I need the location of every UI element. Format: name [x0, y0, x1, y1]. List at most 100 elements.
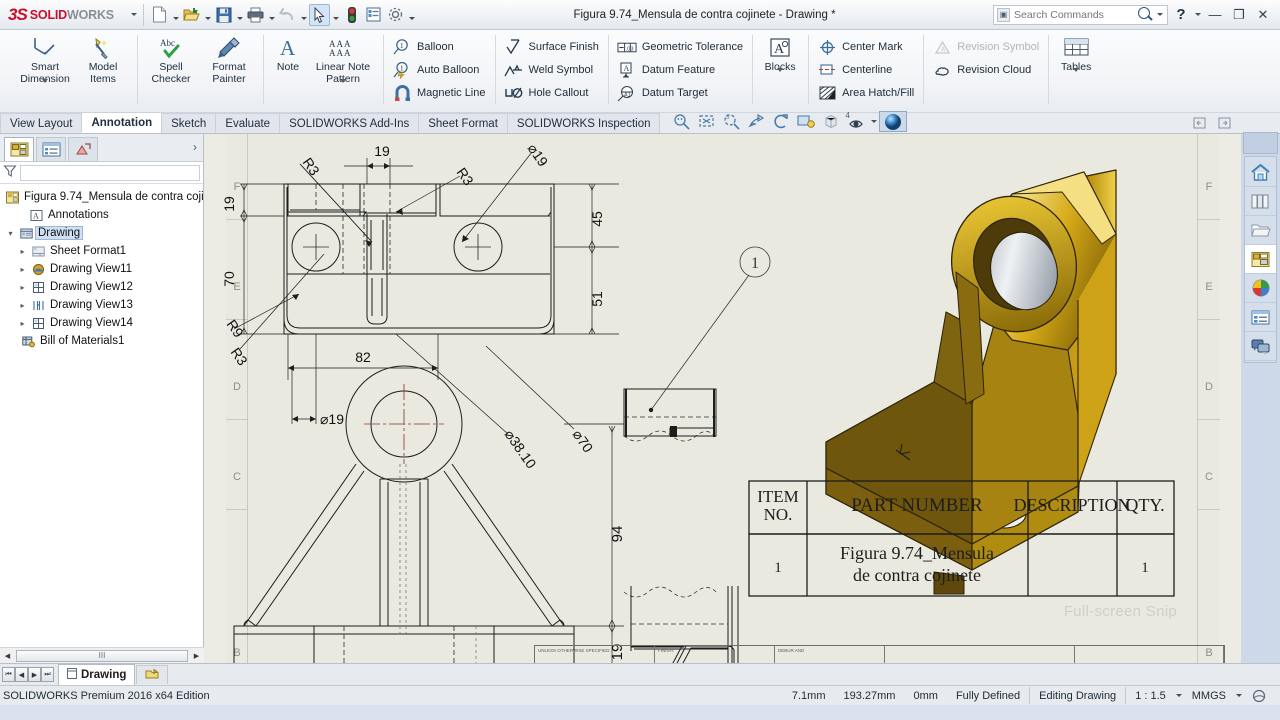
- select-tool-button[interactable]: [309, 3, 330, 26]
- tab-solidworks-inspection[interactable]: SOLIDWORKS Inspection: [506, 113, 661, 133]
- options-dropdown-icon[interactable]: [407, 4, 416, 26]
- open-document-button[interactable]: [181, 4, 202, 26]
- search-input[interactable]: [1014, 8, 1133, 21]
- file-explorer-icon[interactable]: [1245, 216, 1276, 245]
- select-tool-dropdown-icon[interactable]: [331, 4, 340, 26]
- status-overlay-icon[interactable]: [1243, 687, 1276, 704]
- revision-cloud-button[interactable]: Revision Cloud: [928, 59, 1043, 81]
- tree-item-drawing-view12[interactable]: ▸ Drawing View12: [3, 278, 203, 296]
- feature-manager-horizontal-scrollbar[interactable]: ◀ III ▶: [0, 647, 204, 663]
- configuration-manager-tab[interactable]: [68, 137, 98, 161]
- note-button[interactable]: A Note: [268, 33, 308, 74]
- units-dropdown-icon[interactable]: [1235, 688, 1243, 704]
- balloon-button[interactable]: 1 Balloon: [388, 36, 490, 58]
- linear-note-pattern-button[interactable]: AAA AAA Linear Note Pattern: [308, 33, 378, 85]
- tables-button[interactable]: Tables: [1053, 33, 1099, 74]
- help-dropdown-icon[interactable]: [1194, 7, 1202, 23]
- print-document-dropdown-icon[interactable]: [267, 4, 276, 26]
- title-block[interactable]: UNLESS OTHERWISE SPECIFIED: FINISH: DEBU…: [534, 645, 1225, 663]
- pan-icon[interactable]: [744, 112, 768, 131]
- tree-item-drawing[interactable]: ▾ Drawing: [3, 224, 203, 242]
- magnetic-line-button[interactable]: Magnetic Line: [388, 82, 490, 104]
- sheet-tab-drawing[interactable]: Drawing: [58, 664, 136, 685]
- restore-button[interactable]: ❐: [1228, 4, 1250, 26]
- sheet-nav-prev-button[interactable]: ◀: [15, 667, 28, 682]
- add-sheet-button[interactable]: [136, 665, 169, 684]
- custom-properties-icon[interactable]: [1245, 303, 1276, 332]
- tree-item-drawing-view13[interactable]: ▸ Drawing View13: [3, 296, 203, 314]
- tree-expander[interactable]: ▸: [17, 301, 28, 310]
- zoom-in-out-icon[interactable]: 5: [719, 112, 743, 131]
- design-library-icon[interactable]: [1245, 187, 1276, 216]
- view-orientation-icon[interactable]: [819, 112, 843, 131]
- tab-solidworks-add-ins[interactable]: SOLIDWORKS Add-Ins: [279, 113, 420, 133]
- tab-evaluate[interactable]: Evaluate: [215, 113, 281, 133]
- task-pane-header[interactable]: [1243, 132, 1278, 154]
- minimize-button[interactable]: —: [1204, 4, 1226, 26]
- smart-dimension-dropdown-icon[interactable]: [16, 79, 74, 83]
- sheet-nav-last-button[interactable]: ⏭: [41, 667, 54, 682]
- sheet-restore-left-icon[interactable]: [1187, 113, 1211, 132]
- blocks-button[interactable]: A Blocks: [757, 33, 803, 74]
- smart-dimension-button[interactable]: Smart Dimension: [16, 33, 74, 85]
- tree-expander[interactable]: ▸: [17, 319, 28, 328]
- rebuild-button[interactable]: [341, 4, 362, 26]
- spell-checker-button[interactable]: Abc Spell Checker: [142, 33, 200, 85]
- zoom-to-area-icon[interactable]: [694, 112, 718, 131]
- hole-callout-button[interactable]: Hole Callout: [500, 82, 603, 104]
- tab-sheet-format[interactable]: Sheet Format: [418, 113, 508, 133]
- datum-feature-button[interactable]: A Datum Feature: [613, 59, 747, 81]
- display-style-icon[interactable]: [879, 111, 908, 132]
- revision-symbol-button[interactable]: A Revision Symbol: [928, 36, 1043, 58]
- tree-item-drawing-view14[interactable]: ▸ Drawing View14: [3, 314, 203, 332]
- rotate-view-icon[interactable]: [769, 112, 793, 131]
- geometric-tolerance-button[interactable]: .03 Geometric Tolerance: [613, 36, 747, 58]
- feature-manager-filter-input[interactable]: [20, 164, 200, 181]
- undo-dropdown-icon[interactable]: [299, 4, 308, 26]
- weld-symbol-button[interactable]: Weld Symbol: [500, 59, 603, 81]
- save-document-button[interactable]: [213, 4, 234, 26]
- tree-expander[interactable]: ▾: [5, 229, 16, 238]
- previous-view-icon[interactable]: [794, 112, 818, 131]
- surface-finish-button[interactable]: Surface Finish: [500, 36, 603, 58]
- print-document-button[interactable]: [245, 4, 266, 26]
- open-document-dropdown-icon[interactable]: [203, 4, 212, 26]
- tree-expander[interactable]: ▸: [17, 247, 28, 256]
- search-icon[interactable]: [1136, 6, 1153, 24]
- tree-item-annotations[interactable]: A Annotations: [3, 206, 203, 224]
- auto-balloon-button[interactable]: 1 Auto Balloon: [388, 59, 490, 81]
- sheet-restore-right-icon[interactable]: [1212, 113, 1236, 132]
- display-style-dropdown-icon[interactable]: [869, 112, 878, 131]
- tree-expander[interactable]: ▸: [17, 265, 28, 274]
- new-document-button[interactable]: [149, 4, 170, 26]
- scroll-right-icon[interactable]: ▶: [189, 649, 204, 663]
- blocks-dropdown-icon[interactable]: [757, 68, 803, 72]
- centerline-button[interactable]: Centerline: [813, 59, 918, 81]
- property-manager-tab[interactable]: [36, 137, 66, 161]
- center-mark-button[interactable]: Center Mark: [813, 36, 918, 58]
- tab-view-layout[interactable]: View Layout: [0, 113, 83, 133]
- sheet-nav-next-button[interactable]: ▶: [28, 667, 41, 682]
- status-sheet-scale[interactable]: 1 : 1.5: [1126, 687, 1175, 704]
- datum-target-button[interactable]: A1 Datum Target: [613, 82, 747, 104]
- scroll-thumb[interactable]: III: [16, 649, 188, 662]
- solidworks-forum-icon[interactable]: [1245, 332, 1276, 361]
- area-hatch-fill-button[interactable]: Area Hatch/Fill: [813, 82, 918, 104]
- linear-note-pattern-dropdown-icon[interactable]: [308, 79, 378, 83]
- tree-expander[interactable]: ▸: [17, 283, 28, 292]
- format-painter-button[interactable]: Format Painter: [200, 33, 258, 85]
- tab-annotation[interactable]: Annotation: [81, 112, 163, 133]
- tree-item-document[interactable]: Figura 9.74_Mensula de contra cojin: [3, 188, 210, 206]
- sheet-scale-dropdown-icon[interactable]: [1175, 688, 1183, 704]
- tree-item-sheet-format1[interactable]: ▸ Sheet Format1: [3, 242, 203, 260]
- zoom-to-fit-icon[interactable]: [669, 112, 693, 131]
- new-document-dropdown-icon[interactable]: [171, 4, 180, 26]
- feature-manager-tree-tab[interactable]: [4, 137, 34, 161]
- search-commands-box[interactable]: ▣: [993, 4, 1168, 25]
- undo-button[interactable]: [277, 4, 298, 26]
- tables-dropdown-icon[interactable]: [1053, 68, 1099, 72]
- solidworks-resources-icon[interactable]: [1245, 158, 1276, 187]
- tab-sketch[interactable]: Sketch: [161, 113, 217, 133]
- sheet-nav-first-button[interactable]: ⏮: [2, 667, 15, 682]
- close-button[interactable]: ✕: [1252, 4, 1274, 26]
